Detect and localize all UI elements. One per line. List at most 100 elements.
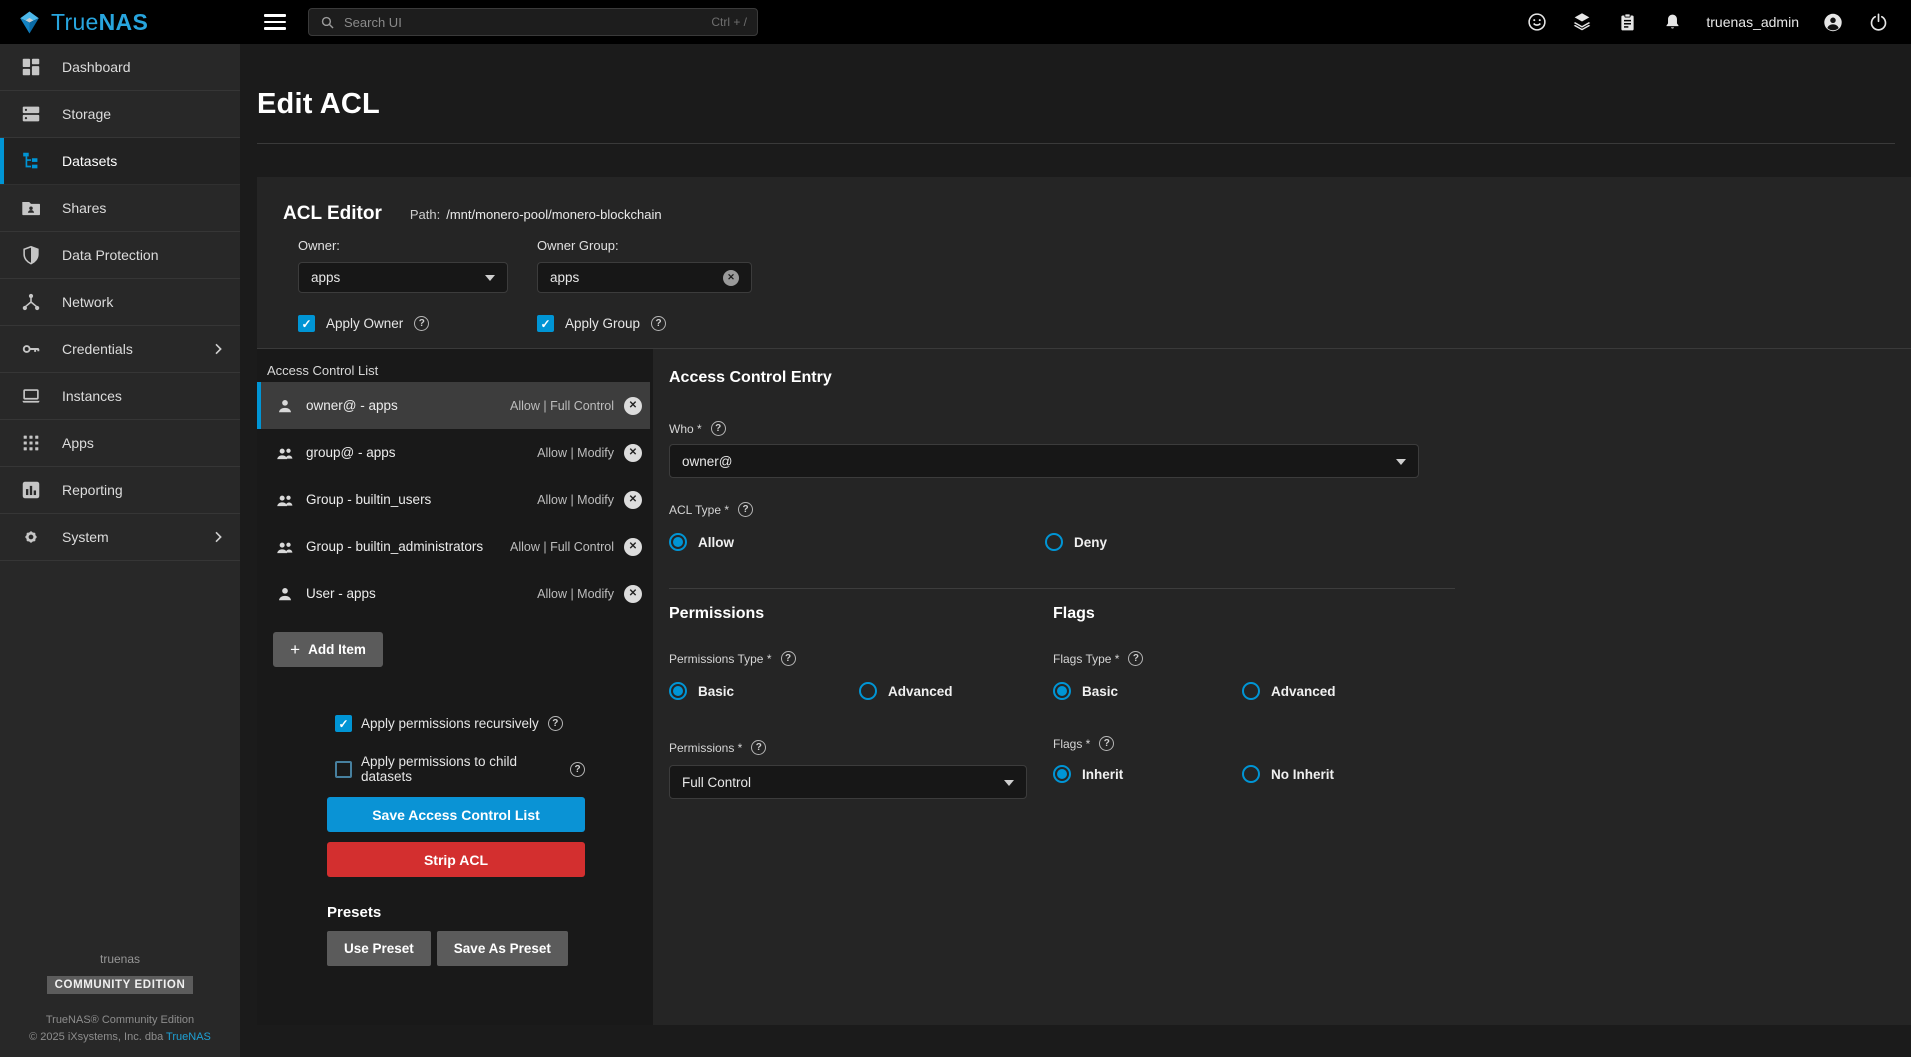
help-icon[interactable]: ?: [1099, 736, 1114, 751]
acl-entry-row[interactable]: group@ - apps Allow | Modify ✕: [257, 429, 650, 476]
top-bar: TrueNAS Ctrl + /: [0, 0, 1911, 44]
notifications-bell-icon[interactable]: [1661, 11, 1683, 33]
sidebar-item-datasets[interactable]: Datasets: [0, 138, 240, 185]
add-item-button[interactable]: + Add Item: [273, 632, 383, 667]
permissions-section: Permissions Permissions Type * ? Basic: [669, 605, 1053, 799]
clear-icon[interactable]: ✕: [723, 270, 739, 286]
truenas-logo[interactable]: TrueNAS: [0, 9, 240, 36]
acl-entry-row[interactable]: User - apps Allow | Modify ✕: [257, 570, 650, 617]
owner-label: Owner:: [298, 238, 537, 253]
sidebar-item-data-protection[interactable]: Data Protection: [0, 232, 240, 279]
acl-type-deny-radio[interactable]: Deny: [1045, 533, 1107, 551]
flags-label: Flags *: [1053, 737, 1090, 751]
permissions-select[interactable]: Full Control: [669, 765, 1027, 799]
sidebar-item-label: System: [62, 529, 109, 545]
acl-entry-row[interactable]: Group - builtin_administrators Allow | F…: [257, 523, 650, 570]
chevron-down-icon: [1004, 780, 1014, 791]
acl-entry-who: User - apps: [306, 586, 376, 601]
truecommand-icon[interactable]: [1571, 11, 1593, 33]
help-icon[interactable]: ?: [414, 316, 429, 331]
ace-divider: [669, 588, 1455, 589]
sidebar-item-label: Apps: [62, 435, 94, 451]
truenas-link[interactable]: TrueNAS: [166, 1031, 211, 1043]
username-label[interactable]: truenas_admin: [1706, 14, 1799, 30]
jobs-clipboard-icon[interactable]: [1616, 11, 1638, 33]
sidebar-item-network[interactable]: Network: [0, 279, 240, 326]
radio-selected-icon: [1053, 682, 1071, 700]
owner-select[interactable]: apps: [298, 262, 508, 293]
dashboard-icon: [20, 56, 42, 78]
chevron-right-icon: [210, 341, 226, 357]
topbar-actions: truenas_admin: [1526, 11, 1911, 33]
apply-child-datasets-checkbox[interactable]: [335, 761, 352, 778]
sidebar-nav: Dashboard Storage Datasets: [0, 44, 240, 1057]
acl-type-label: ACL Type *: [669, 503, 729, 517]
network-icon: [20, 291, 42, 313]
who-select[interactable]: owner@: [669, 444, 1419, 478]
remove-entry-icon[interactable]: ✕: [624, 538, 642, 556]
use-preset-button[interactable]: Use Preset: [327, 931, 431, 966]
flags-title: Flags: [1053, 605, 1911, 623]
acl-entry-row[interactable]: owner@ - apps Allow | Full Control ✕: [257, 382, 650, 429]
flags-no-inherit-radio[interactable]: No Inherit: [1242, 765, 1334, 783]
ace-title: Access Control Entry: [669, 369, 1911, 387]
truenas-diamond-icon: [16, 9, 43, 36]
save-as-preset-button[interactable]: Save As Preset: [437, 931, 568, 966]
truenas-app: TrueNAS Ctrl + /: [0, 0, 1911, 1057]
brand-text: TrueNAS: [51, 9, 148, 36]
flags-type-label: Flags Type *: [1053, 652, 1119, 666]
help-icon[interactable]: ?: [781, 651, 796, 666]
global-search[interactable]: Ctrl + /: [308, 8, 758, 36]
strip-acl-button[interactable]: Strip ACL: [327, 842, 585, 877]
remove-entry-icon[interactable]: ✕: [624, 585, 642, 603]
sidebar-item-credentials[interactable]: Credentials: [0, 326, 240, 373]
menu-icon[interactable]: [264, 14, 286, 30]
sidebar-item-dashboard[interactable]: Dashboard: [0, 44, 240, 91]
title-divider: [257, 143, 1895, 144]
remove-entry-icon[interactable]: ✕: [624, 444, 642, 462]
apply-recursively-checkbox[interactable]: ✓: [335, 715, 352, 732]
help-icon[interactable]: ?: [548, 716, 563, 731]
save-acl-button[interactable]: Save Access Control List: [327, 797, 585, 832]
sidebar-item-apps[interactable]: Apps: [0, 420, 240, 467]
sidebar-item-label: Shares: [62, 200, 106, 216]
feedback-smiley-icon[interactable]: [1526, 11, 1548, 33]
help-icon[interactable]: ?: [711, 421, 726, 436]
flags-type-advanced-radio[interactable]: Advanced: [1242, 682, 1336, 700]
apply-group-checkbox[interactable]: ✓: [537, 315, 554, 332]
main-content: Edit ACL ACL Editor Path:/mnt/monero-poo…: [240, 44, 1911, 1057]
permissions-type-basic-radio[interactable]: Basic: [669, 682, 859, 700]
help-icon[interactable]: ?: [651, 316, 666, 331]
permissions-type-advanced-radio[interactable]: Advanced: [859, 682, 953, 700]
acl-entry-row[interactable]: Group - builtin_users Allow | Modify ✕: [257, 476, 650, 523]
radio-icon: [1045, 533, 1063, 551]
sidebar-item-label: Credentials: [62, 341, 133, 357]
sidebar-item-label: Datasets: [62, 153, 117, 169]
sidebar-item-label: Instances: [62, 388, 122, 404]
user-avatar-icon[interactable]: [1822, 11, 1844, 33]
remove-entry-icon[interactable]: ✕: [624, 397, 642, 415]
radio-icon: [1242, 765, 1260, 783]
acl-entry-who: owner@ - apps: [306, 398, 398, 413]
power-icon[interactable]: [1867, 11, 1889, 33]
help-icon[interactable]: ?: [570, 762, 585, 777]
help-icon[interactable]: ?: [751, 740, 766, 755]
acl-editor-title: ACL Editor: [283, 203, 382, 225]
sidebar-footer: truenas COMMUNITY EDITION TrueNAS® Commu…: [0, 952, 240, 1043]
sidebar-item-system[interactable]: System: [0, 514, 240, 561]
help-icon[interactable]: ?: [1128, 651, 1143, 666]
datasets-icon: [20, 150, 42, 172]
owner-group-input[interactable]: apps ✕: [537, 262, 752, 293]
search-input[interactable]: [344, 15, 703, 30]
sidebar-item-storage[interactable]: Storage: [0, 91, 240, 138]
sidebar-item-shares[interactable]: Shares: [0, 185, 240, 232]
flags-type-basic-radio[interactable]: Basic: [1053, 682, 1242, 700]
sidebar-item-instances[interactable]: Instances: [0, 373, 240, 420]
acl-type-allow-radio[interactable]: Allow: [669, 533, 1045, 551]
remove-entry-icon[interactable]: ✕: [624, 491, 642, 509]
flags-inherit-radio[interactable]: Inherit: [1053, 765, 1242, 783]
sidebar-item-reporting[interactable]: Reporting: [0, 467, 240, 514]
user-icon: [275, 396, 295, 416]
help-icon[interactable]: ?: [738, 502, 753, 517]
apply-owner-checkbox[interactable]: ✓: [298, 315, 315, 332]
